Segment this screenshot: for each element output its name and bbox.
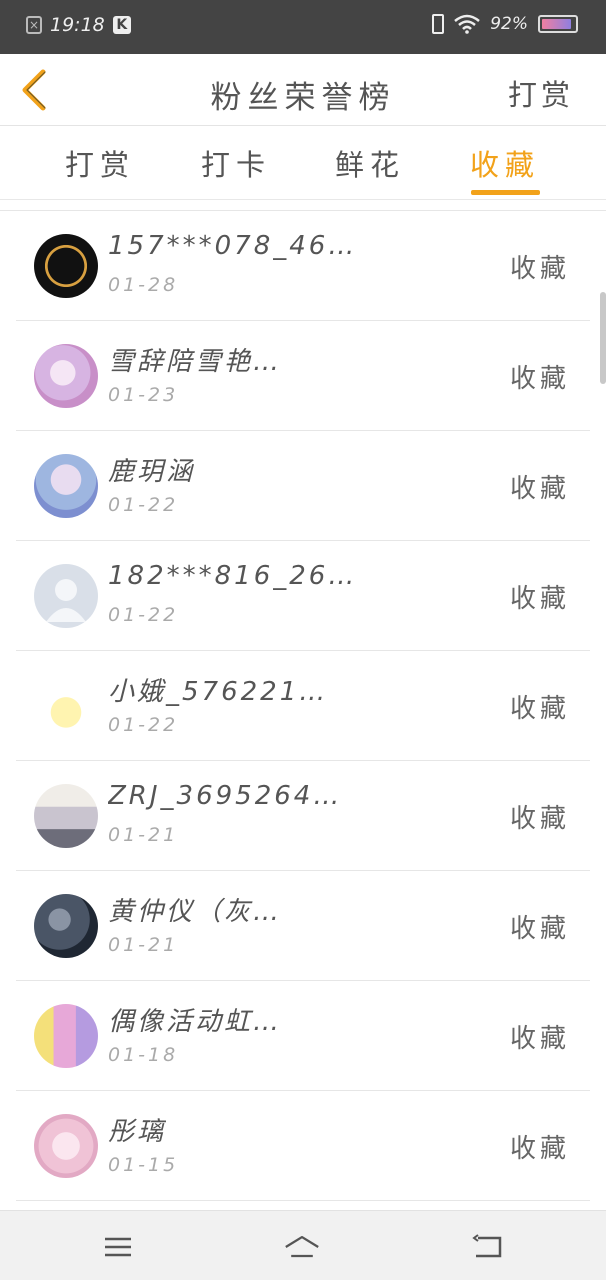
status-left: × 19:18 K [26, 14, 131, 36]
status-right: 92% [432, 14, 578, 34]
avatar [34, 674, 98, 738]
avatar [34, 1004, 98, 1068]
menu-icon [105, 1237, 131, 1257]
menu-button[interactable] [100, 1229, 136, 1265]
fan-action: 收藏 [509, 694, 570, 724]
fan-name: 小娥_576221… [108, 677, 329, 707]
fan-name: 鹿玥涵 [108, 457, 196, 487]
system-nav-bar [0, 1210, 606, 1280]
battery-fill [542, 19, 572, 29]
fan-name: 黄仲仪（灰… [108, 897, 283, 927]
list-item[interactable]: ZRJ_3695264… 01-21 收藏 [16, 761, 590, 871]
fan-action: 收藏 [509, 1134, 570, 1164]
fan-date: 01-28 [108, 274, 179, 296]
k-app-icon: K [112, 16, 131, 34]
tab-flowers[interactable]: 鲜花 [320, 142, 420, 184]
fan-action: 收藏 [509, 914, 570, 944]
title-bar: 粉丝荣誉榜 打赏 [0, 54, 606, 126]
avatar [34, 1114, 98, 1178]
fan-name: 雪辞陪雪艳… [108, 347, 283, 377]
fan-name: ZRJ_3695264… [108, 781, 343, 811]
fan-action: 收藏 [509, 804, 570, 834]
list-item[interactable]: 鹿玥涵 01-22 收藏 [16, 431, 590, 541]
tab-checkin[interactable]: 打卡 [186, 142, 286, 184]
list-item[interactable]: 黄仲仪（灰… 01-21 收藏 [16, 871, 590, 981]
fan-date: 01-21 [108, 934, 179, 956]
notification-box-icon: × [26, 16, 42, 34]
fan-date: 01-15 [108, 1154, 179, 1176]
fan-name: 182***816_26… [108, 561, 358, 591]
avatar [34, 454, 98, 518]
home-icon [285, 1235, 319, 1258]
list-item[interactable]: 182***816_26… 01-22 收藏 [16, 541, 590, 651]
active-tab-indicator [471, 190, 540, 195]
home-button[interactable] [284, 1229, 320, 1265]
fan-action: 收藏 [509, 1024, 570, 1054]
tab-bar: 打赏 打卡 鲜花 收藏 [0, 126, 606, 200]
list-item[interactable]: 157***078_46… 01-28 收藏 [16, 211, 590, 321]
fan-date: 01-18 [108, 1044, 179, 1066]
fan-action: 收藏 [509, 254, 570, 284]
vibrate-icon [432, 14, 445, 34]
reward-button[interactable]: 打赏 [508, 72, 574, 114]
list-item[interactable]: 雪辞陪雪艳… 01-23 收藏 [16, 321, 590, 431]
battery-percent: 92% [490, 14, 528, 34]
avatar [34, 784, 98, 848]
fan-date: 01-22 [108, 494, 179, 516]
battery-icon [538, 15, 578, 33]
status-bar: × 19:18 K 92% [0, 0, 606, 54]
avatar [34, 564, 98, 628]
fan-name: 偶像活动虹… [108, 1007, 283, 1037]
fan-action: 收藏 [509, 584, 570, 614]
fan-action: 收藏 [509, 474, 570, 504]
default-avatar-icon [46, 579, 86, 622]
list-item[interactable]: 小娥_576221… 01-22 收藏 [16, 651, 590, 761]
fan-list: 157***078_46… 01-28 收藏 雪辞陪雪艳… 01-23 收藏 鹿… [0, 210, 606, 1201]
wifi-icon [454, 14, 481, 34]
tab-favorites[interactable]: 收藏 [455, 142, 555, 184]
fan-date: 01-22 [108, 604, 179, 626]
fan-date: 01-22 [108, 714, 179, 736]
avatar [34, 234, 98, 298]
scrollbar[interactable] [600, 292, 606, 384]
status-time: 19:18 [50, 14, 105, 36]
back-nav-button[interactable] [470, 1229, 506, 1265]
list-item[interactable]: 偶像活动虹… 01-18 收藏 [16, 981, 590, 1091]
fan-date: 01-23 [108, 384, 179, 406]
fan-name: 157***078_46… [108, 231, 358, 261]
list-item[interactable]: 彤璃 01-15 收藏 [16, 1091, 590, 1201]
avatar [34, 344, 98, 408]
avatar [34, 894, 98, 958]
fan-date: 01-21 [108, 824, 179, 846]
fan-action: 收藏 [509, 364, 570, 394]
fan-name: 彤璃 [108, 1117, 167, 1147]
tab-reward[interactable]: 打赏 [50, 142, 150, 184]
back-icon [472, 1234, 502, 1258]
